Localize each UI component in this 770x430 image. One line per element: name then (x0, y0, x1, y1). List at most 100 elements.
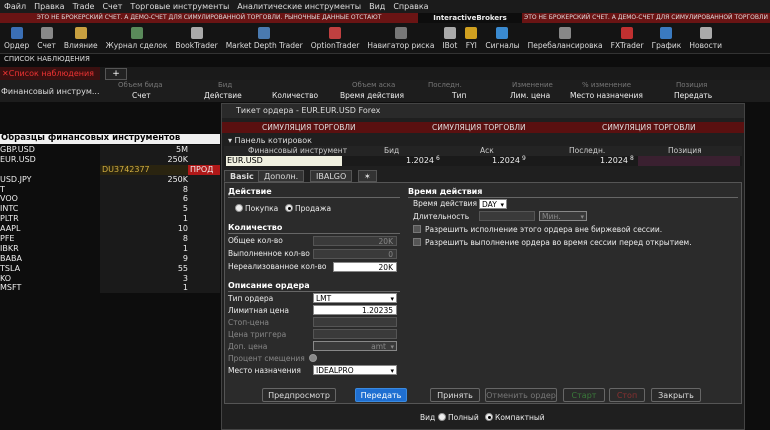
col-destination[interactable]: Место назначения (570, 91, 643, 100)
dialog-title[interactable]: Тикет ордера - EUR.EUR.USD Forex (222, 104, 744, 118)
menu-trading-tools[interactable]: Торговые инструменты (126, 2, 233, 11)
offset-radio[interactable] (309, 354, 317, 362)
table-row[interactable]: EUR.USD 250K (0, 154, 220, 165)
row-value: 1 (182, 214, 188, 224)
toolbar-rebalance[interactable]: Перебалансировка (524, 23, 607, 53)
quote-panel-toggle[interactable]: ▾ Панель котировок (224, 136, 742, 146)
demo-banner-right: ЭТО НЕ БРОКЕРСКИЙ СЧЕТ. А ДЕМО-СЧЕТ ДЛЯ … (522, 13, 770, 23)
col-change[interactable]: Изменение (512, 81, 553, 89)
table-row[interactable]: PLTR 1 (0, 214, 220, 225)
menu-edit[interactable]: Правка (30, 2, 68, 11)
col-limit-price[interactable]: Лим. цена (510, 91, 550, 100)
table-row[interactable]: MSFT 1 (0, 283, 220, 294)
stop-button[interactable]: Стоп (609, 388, 645, 402)
toolbar-ibot[interactable]: IBot (438, 23, 461, 53)
menu-account[interactable]: Счет (98, 2, 126, 11)
total-qty-field[interactable]: 20K (313, 236, 397, 246)
sell-radio[interactable] (285, 204, 293, 212)
aux-price-select[interactable]: amt (313, 341, 397, 352)
view-full-radio[interactable] (438, 413, 446, 421)
table-row[interactable]: IBKR 1 (0, 243, 220, 254)
toolbar-account[interactable]: Счет (33, 23, 60, 53)
accept-button[interactable]: Принять (430, 388, 480, 402)
col-instrument[interactable]: Финансовый инструм... (1, 87, 99, 96)
tab-basic[interactable]: Basic (224, 170, 260, 182)
col-type[interactable]: Тип (452, 91, 466, 100)
close-button[interactable]: Закрыть (651, 388, 701, 402)
outside-rth-checkbox[interactable] (413, 225, 421, 233)
buy-radio[interactable] (235, 204, 243, 212)
col-quantity[interactable]: Количество (272, 91, 318, 100)
tab-advanced[interactable]: Дополн. (258, 170, 305, 182)
col-account[interactable]: Счет (132, 91, 151, 100)
tab-watchlist[interactable]: ✕Список наблюдения (0, 67, 100, 80)
toolbar-market-depth[interactable]: Market Depth Trader (222, 23, 307, 53)
table-row[interactable]: GBP.USD 5M (0, 145, 220, 155)
table-row[interactable]: USD.JPY 250K (0, 174, 220, 185)
row-symbol: AAPL (0, 224, 21, 234)
col-bid[interactable]: Бид (218, 81, 232, 89)
menu-trade[interactable]: Trade (69, 2, 99, 11)
menu-view[interactable]: Вид (365, 2, 389, 11)
table-row[interactable]: TSLA 55 (0, 263, 220, 274)
start-button[interactable]: Старт (563, 388, 605, 402)
tab-extra[interactable]: ✶ (358, 170, 377, 182)
order-type-select[interactable]: LMT (313, 293, 397, 304)
menu-help[interactable]: Справка (389, 2, 432, 11)
menu-file[interactable]: Файл (0, 2, 30, 11)
stop-price-field[interactable] (313, 317, 397, 327)
table-row[interactable]: T8 (0, 184, 220, 195)
menu-analytics[interactable]: Аналитические инструменты (233, 2, 365, 11)
row-symbol: KO (0, 273, 12, 283)
row-symbol: GBP.USD (0, 145, 35, 154)
col-transmit[interactable]: Передать (674, 91, 712, 100)
submit-button[interactable]: Передать (355, 388, 407, 402)
view-compact-radio[interactable] (485, 413, 493, 421)
table-row[interactable]: KO 3 (0, 273, 220, 284)
rebalance-icon (559, 27, 572, 39)
group-header-row[interactable]: Образцы финансовых инструментов (0, 133, 220, 145)
tif-select[interactable]: DAY (479, 199, 507, 210)
toolbar-fyi[interactable]: FYI (461, 23, 481, 53)
toolbar-trade-log[interactable]: Журнал сделок (102, 23, 172, 53)
col-last[interactable]: Последн. (428, 81, 462, 89)
col-ask-size[interactable]: Объем аска (352, 81, 395, 89)
quote-row[interactable]: EUR.USD 1.2024 6 1.2024 9 1.2024 8 (224, 155, 742, 166)
toolbar-optiontrader[interactable]: OptionTrader (307, 23, 364, 53)
toolbar-impact[interactable]: Влияние (60, 23, 102, 53)
toolbar-order[interactable]: Ордер (0, 23, 33, 53)
col-pct-change[interactable]: % изменение (582, 81, 631, 89)
quote-col-bid: Бид (384, 146, 400, 155)
toolbar-booktrader[interactable]: BookTrader (171, 23, 221, 53)
duration-unit-select[interactable]: Мин. (539, 211, 587, 222)
table-row[interactable]: PFE 8 (0, 234, 220, 244)
filled-qty-field[interactable]: 0 (313, 249, 397, 259)
col-action[interactable]: Действие (204, 91, 242, 100)
pre-open-checkbox[interactable] (413, 238, 421, 246)
remaining-qty-field[interactable]: 20K (333, 262, 397, 272)
table-row[interactable]: AAPL 10 (0, 224, 220, 235)
preview-button[interactable]: Предпросмотр (262, 388, 336, 402)
table-row[interactable]: BABA 9 (0, 253, 220, 264)
quote-ask-sup: 9 (522, 155, 526, 162)
limit-price-field[interactable]: 1.20235 (313, 305, 397, 315)
duration-field[interactable] (479, 211, 535, 221)
order-row[interactable]: DU3742377 ПРОД (0, 164, 220, 175)
toolbar-news[interactable]: Новости (685, 23, 726, 53)
toolbar-signals[interactable]: Сигналы (481, 23, 523, 53)
quote-col-ask: Аск (480, 146, 494, 155)
toolbar-risk-navigator[interactable]: Навигатор риска (363, 23, 438, 53)
col-tif[interactable]: Время действия (340, 91, 404, 100)
destination-select[interactable]: IDEALPRO (313, 365, 397, 376)
table-row[interactable]: VOO 6 (0, 194, 220, 205)
tab-ibalgo[interactable]: IBALGO (310, 170, 353, 182)
trigger-price-field[interactable] (313, 329, 397, 339)
toolbar-fxtrader[interactable]: FXTrader (607, 23, 648, 53)
cancel-order-button[interactable]: Отменить ордер (485, 388, 557, 402)
col-position[interactable]: Позиция (676, 81, 707, 89)
signals-icon (496, 27, 509, 39)
toolbar-chart[interactable]: График (648, 23, 686, 53)
table-row[interactable]: INTC 5 (0, 204, 220, 215)
col-bid-size[interactable]: Объем бида (118, 81, 163, 89)
add-tab-button[interactable]: + (105, 68, 127, 80)
